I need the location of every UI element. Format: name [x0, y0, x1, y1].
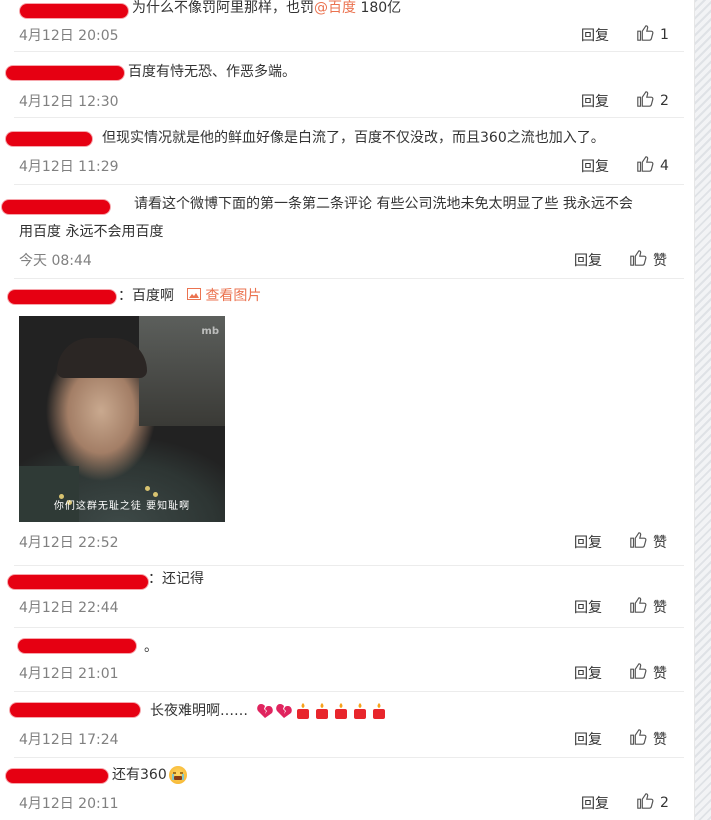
- comment-text-line2: 用百度 永远不会用百度: [19, 224, 164, 240]
- comment-item: 但现实情况就是他的鲜血好像是白流了，百度不仅没改，而且360之流也加入了。 4月…: [6, 118, 684, 185]
- redacted-username: [18, 639, 136, 653]
- picture-icon: [187, 282, 202, 310]
- comment-time: 4月12日 21:01: [19, 666, 119, 682]
- redacted-username: [6, 66, 124, 80]
- like-count: 4: [660, 158, 669, 174]
- comment-time: 4月12日 17:24: [19, 732, 119, 748]
- reply-button[interactable]: 回复: [581, 793, 609, 813]
- redacted-username: [10, 703, 140, 717]
- like-count: 赞: [653, 253, 667, 269]
- comment-item: 长夜难明啊…… 4月12日 17:24 回复 赞: [10, 691, 684, 758]
- comment-item: 请看这个微博下面的第一条第二条评论 有些公司洗地未免太明显了些 我永远不会 用百…: [2, 184, 684, 279]
- comment-time: 4月12日 11:29: [19, 159, 119, 175]
- comment-image[interactable]: mb 你们这群无耻之徒 要知耻啊: [19, 316, 225, 522]
- comment-item: 。 4月12日 21:01 回复 赞: [14, 627, 684, 692]
- emoji-row: [256, 702, 388, 720]
- like-count: 1: [660, 27, 669, 43]
- redacted-username: [20, 4, 128, 18]
- comment-item: ：百度啊 查看图片 mb 你们这群无耻之徒 要知耻啊 4月12日 22:52 回…: [8, 278, 684, 566]
- reply-button[interactable]: 回复: [581, 25, 609, 45]
- redacted-username: [6, 132, 92, 146]
- reply-button[interactable]: 回复: [574, 532, 602, 552]
- comment-text: 百度有恃无恐、作恶多端。: [128, 64, 296, 80]
- comment-text: 为什么不像罚阿里那样，也罚@百度 180亿: [132, 0, 402, 16]
- like-button[interactable]: 1: [636, 24, 669, 46]
- thumbs-up-icon: [629, 596, 647, 618]
- thumbs-up-icon: [636, 90, 654, 112]
- reply-button[interactable]: 回复: [574, 729, 602, 749]
- thumbs-up-icon: [636, 24, 654, 46]
- mention-link[interactable]: @百度: [314, 0, 356, 16]
- view-image-link[interactable]: 查看图片: [187, 282, 261, 310]
- like-count: 赞: [653, 732, 667, 748]
- comment-time: 4月12日 20:05: [19, 28, 119, 44]
- comment-item: 百度有恃无恐、作恶多端。 4月12日 12:30 回复 2: [6, 52, 684, 118]
- redacted-username: [2, 200, 110, 214]
- like-button[interactable]: 赞: [629, 662, 667, 684]
- reply-button[interactable]: 回复: [581, 91, 609, 111]
- candle-emoji: [370, 702, 388, 720]
- broken-heart-emoji: [256, 702, 274, 720]
- comment-text: 还有360: [112, 761, 187, 789]
- crying-face-emoji: [168, 766, 187, 784]
- like-button[interactable]: 2: [636, 792, 669, 814]
- comment-time: 4月12日 22:52: [19, 535, 119, 551]
- thumbs-up-icon: [636, 792, 654, 814]
- comment-text: ：还记得: [148, 571, 204, 587]
- image-caption: 你们这群无耻之徒 要知耻啊: [53, 501, 191, 512]
- broken-heart-emoji: [275, 702, 293, 720]
- like-button[interactable]: 赞: [629, 596, 667, 618]
- like-count: 赞: [653, 600, 667, 616]
- redacted-username: [6, 769, 108, 783]
- reply-button[interactable]: 回复: [574, 663, 602, 683]
- candle-emoji: [332, 702, 350, 720]
- like-count: 赞: [653, 535, 667, 551]
- candle-emoji: [351, 702, 369, 720]
- like-button[interactable]: 赞: [629, 728, 667, 750]
- image-watermark: mb: [201, 326, 219, 337]
- like-button[interactable]: 赞: [629, 531, 667, 553]
- like-button[interactable]: 4: [636, 155, 669, 177]
- thumbs-up-icon: [629, 531, 647, 553]
- like-button[interactable]: 赞: [629, 249, 667, 271]
- scrollbar-track[interactable]: [694, 0, 711, 820]
- comment-time: 4月12日 20:11: [19, 796, 119, 812]
- thumbs-up-icon: [629, 728, 647, 750]
- comment-time: 4月12日 12:30: [19, 94, 119, 110]
- reply-button[interactable]: 回复: [574, 597, 602, 617]
- comment-text: 但现实情况就是他的鲜血好像是白流了，百度不仅没改，而且360之流也加入了。: [102, 130, 605, 146]
- reply-button[interactable]: 回复: [574, 250, 602, 270]
- candle-emoji: [294, 702, 312, 720]
- candle-emoji: [313, 702, 331, 720]
- reply-button[interactable]: 回复: [581, 156, 609, 176]
- comment-time: 4月12日 22:44: [19, 600, 119, 616]
- comment-time: 今天 08:44: [19, 253, 92, 269]
- comment-text: 。: [144, 639, 158, 655]
- comment-feed: 为什么不像罚阿里那样，也罚@百度 180亿 4月12日 20:05 回复 1 百…: [0, 0, 695, 820]
- like-count: 2: [660, 93, 669, 109]
- comment-text-line1: 请看这个微博下面的第一条第二条评论 有些公司洗地未免太明显了些 我永远不会: [134, 196, 633, 212]
- comment-item: 还有360 4月12日 20:11 回复 2: [6, 757, 684, 819]
- comment-item: 为什么不像罚阿里那样，也罚@百度 180亿 4月12日 20:05 回复 1: [14, 0, 684, 52]
- thumbs-up-icon: [629, 662, 647, 684]
- like-count: 2: [660, 795, 669, 811]
- thumbs-up-icon: [636, 155, 654, 177]
- redacted-username: [8, 575, 148, 589]
- like-button[interactable]: 2: [636, 90, 669, 112]
- thumbs-up-icon: [629, 249, 647, 271]
- redacted-username: [8, 290, 116, 304]
- comment-item: ：还记得 4月12日 22:44 回复 赞: [8, 565, 684, 628]
- comment-text: 长夜难明啊……: [150, 697, 388, 725]
- like-count: 赞: [653, 666, 667, 682]
- comment-text: ：百度啊 查看图片: [118, 282, 261, 310]
